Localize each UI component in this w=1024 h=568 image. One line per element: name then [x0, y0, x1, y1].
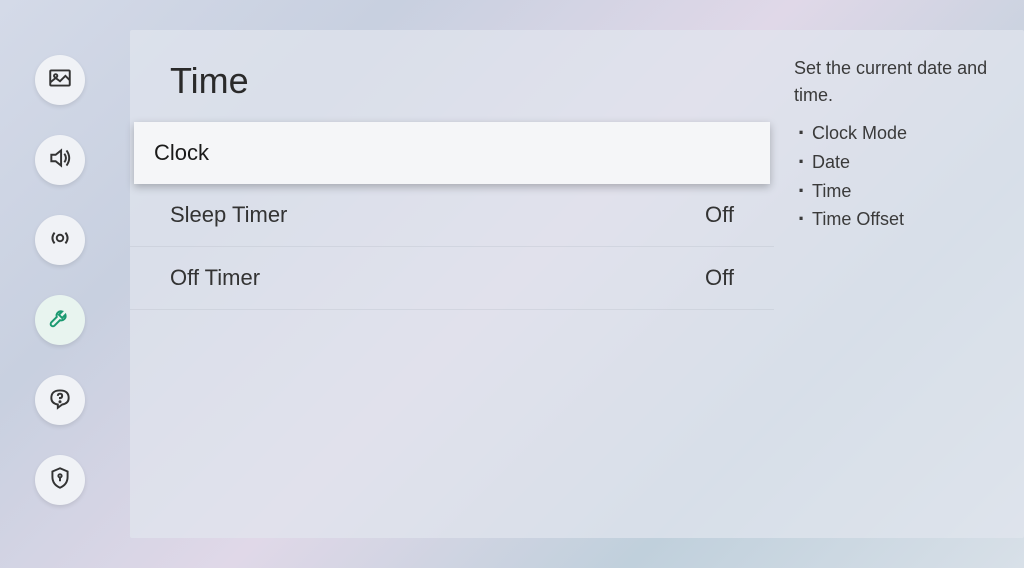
menu-item-label: Clock — [154, 140, 209, 166]
settings-container: Time Clock Sleep Timer Off Off Timer Off… — [0, 0, 1024, 568]
description-bullet: Clock Mode — [798, 119, 1004, 148]
main-panel: Time Clock Sleep Timer Off Off Timer Off… — [130, 30, 1024, 538]
menu-item-clock[interactable]: Clock — [134, 122, 770, 184]
sidebar-item-picture[interactable] — [35, 55, 85, 105]
menu-item-value: Off — [705, 265, 734, 291]
settings-area: Time Clock Sleep Timer Off Off Timer Off — [130, 30, 774, 538]
shield-icon — [47, 465, 73, 496]
menu-item-sleep-timer[interactable]: Sleep Timer Off — [130, 184, 774, 247]
description-panel: Set the current date and time. Clock Mod… — [774, 30, 1024, 538]
sound-icon — [47, 145, 73, 176]
menu-item-label: Sleep Timer — [170, 202, 287, 228]
sidebar-item-broadcasting[interactable] — [35, 215, 85, 265]
description-bullet: Time — [798, 177, 1004, 206]
menu-item-label: Off Timer — [170, 265, 260, 291]
description-bullet: Time Offset — [798, 205, 1004, 234]
description-list: Clock Mode Date Time Time Offset — [794, 119, 1004, 234]
wrench-icon — [47, 305, 73, 336]
broadcasting-icon — [47, 225, 73, 256]
menu-item-value: Off — [705, 202, 734, 228]
picture-icon — [47, 65, 73, 96]
description-text: Set the current date and time. — [794, 55, 1004, 109]
description-bullet: Date — [798, 148, 1004, 177]
sidebar-item-general[interactable] — [35, 295, 85, 345]
page-title: Time — [130, 60, 774, 122]
menu-item-off-timer[interactable]: Off Timer Off — [130, 247, 774, 310]
support-icon — [47, 385, 73, 416]
sidebar-item-privacy[interactable] — [35, 455, 85, 505]
sidebar-item-support[interactable] — [35, 375, 85, 425]
sidebar-item-sound[interactable] — [35, 135, 85, 185]
sidebar — [0, 0, 120, 568]
